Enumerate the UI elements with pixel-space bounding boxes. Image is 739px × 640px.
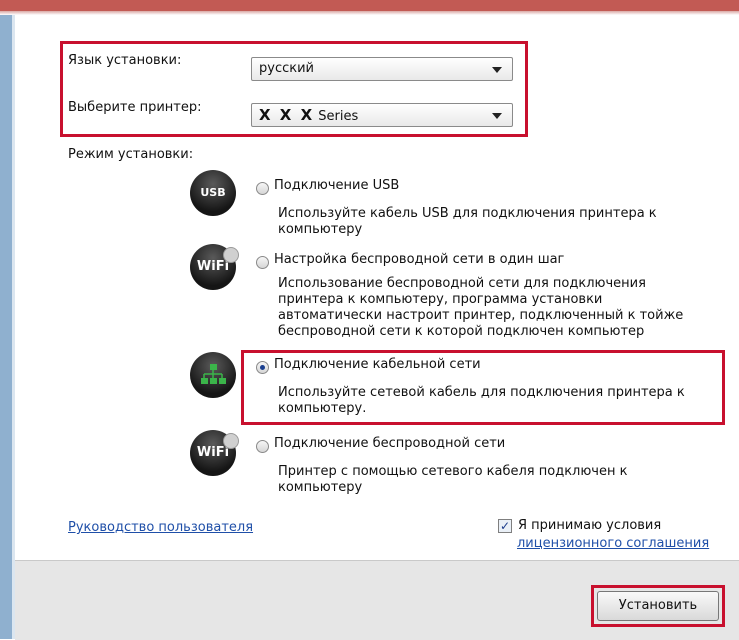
wifi-icon: WiFi xyxy=(190,244,239,290)
option-wireless-one-step-desc-line: автоматически настроит принтер, подключе… xyxy=(278,308,684,323)
usb-icon-text: USB xyxy=(200,186,226,199)
option-wireless-network-desc-line: компьютеру xyxy=(278,480,363,495)
accept-license-text: Я принимаю условия xyxy=(518,518,662,533)
signal-icon xyxy=(223,247,239,263)
option-usb-desc-line: компьютеру xyxy=(278,222,363,237)
usb-icon: USB xyxy=(190,170,236,216)
option-wireless-one-step-desc-line: беспроводной сети к которой подключен ко… xyxy=(278,324,645,339)
option-usb-title[interactable]: Подключение USB xyxy=(274,178,399,193)
option-usb-desc-line: Используйте кабель USB для подключения п… xyxy=(278,206,657,221)
network-topology-icon xyxy=(201,364,226,384)
license-agreement-link[interactable]: лицензионного соглашения xyxy=(517,536,709,551)
option-wireless-one-step-desc-line: принтера к компьютеру, программа установ… xyxy=(278,292,603,307)
highlight-install-button xyxy=(591,585,725,627)
accept-license-checkbox[interactable]: ✓ xyxy=(498,519,512,533)
wifi-icon-text: WiFi xyxy=(196,445,230,460)
window-left-edge xyxy=(0,0,12,639)
option-usb-desc: Используйте кабель USB для подключения п… xyxy=(278,206,657,238)
signal-icon xyxy=(223,433,239,449)
install-mode-label: Режим установки: xyxy=(68,147,194,162)
option-wireless-network-desc-line: Принтер с помощью сетевого кабеля подклю… xyxy=(278,464,628,479)
radio-usb[interactable] xyxy=(256,182,269,195)
highlight-language-printer xyxy=(60,41,528,137)
wifi-icon-text: WiFi xyxy=(196,259,230,274)
radio-wireless-one-step[interactable] xyxy=(256,256,269,269)
option-wireless-one-step-title[interactable]: Настройка беспроводной сети в один шаг xyxy=(274,252,564,267)
option-wireless-network-title[interactable]: Подключение беспроводной сети xyxy=(274,436,505,451)
network-icon xyxy=(190,352,236,398)
option-wireless-one-step-desc-line: Использование беспроводной сети для подк… xyxy=(278,276,646,291)
window-title-bar xyxy=(0,0,739,11)
wifi-icon: WiFi xyxy=(190,430,239,476)
radio-wireless-network[interactable] xyxy=(256,440,269,453)
option-wireless-network-desc: Принтер с помощью сетевого кабеля подклю… xyxy=(278,464,627,496)
user-guide-link[interactable]: Руководство пользователя xyxy=(68,520,253,535)
option-wireless-one-step-desc: Использование беспроводной сети для подк… xyxy=(278,276,683,340)
highlight-wired-network xyxy=(241,350,725,425)
